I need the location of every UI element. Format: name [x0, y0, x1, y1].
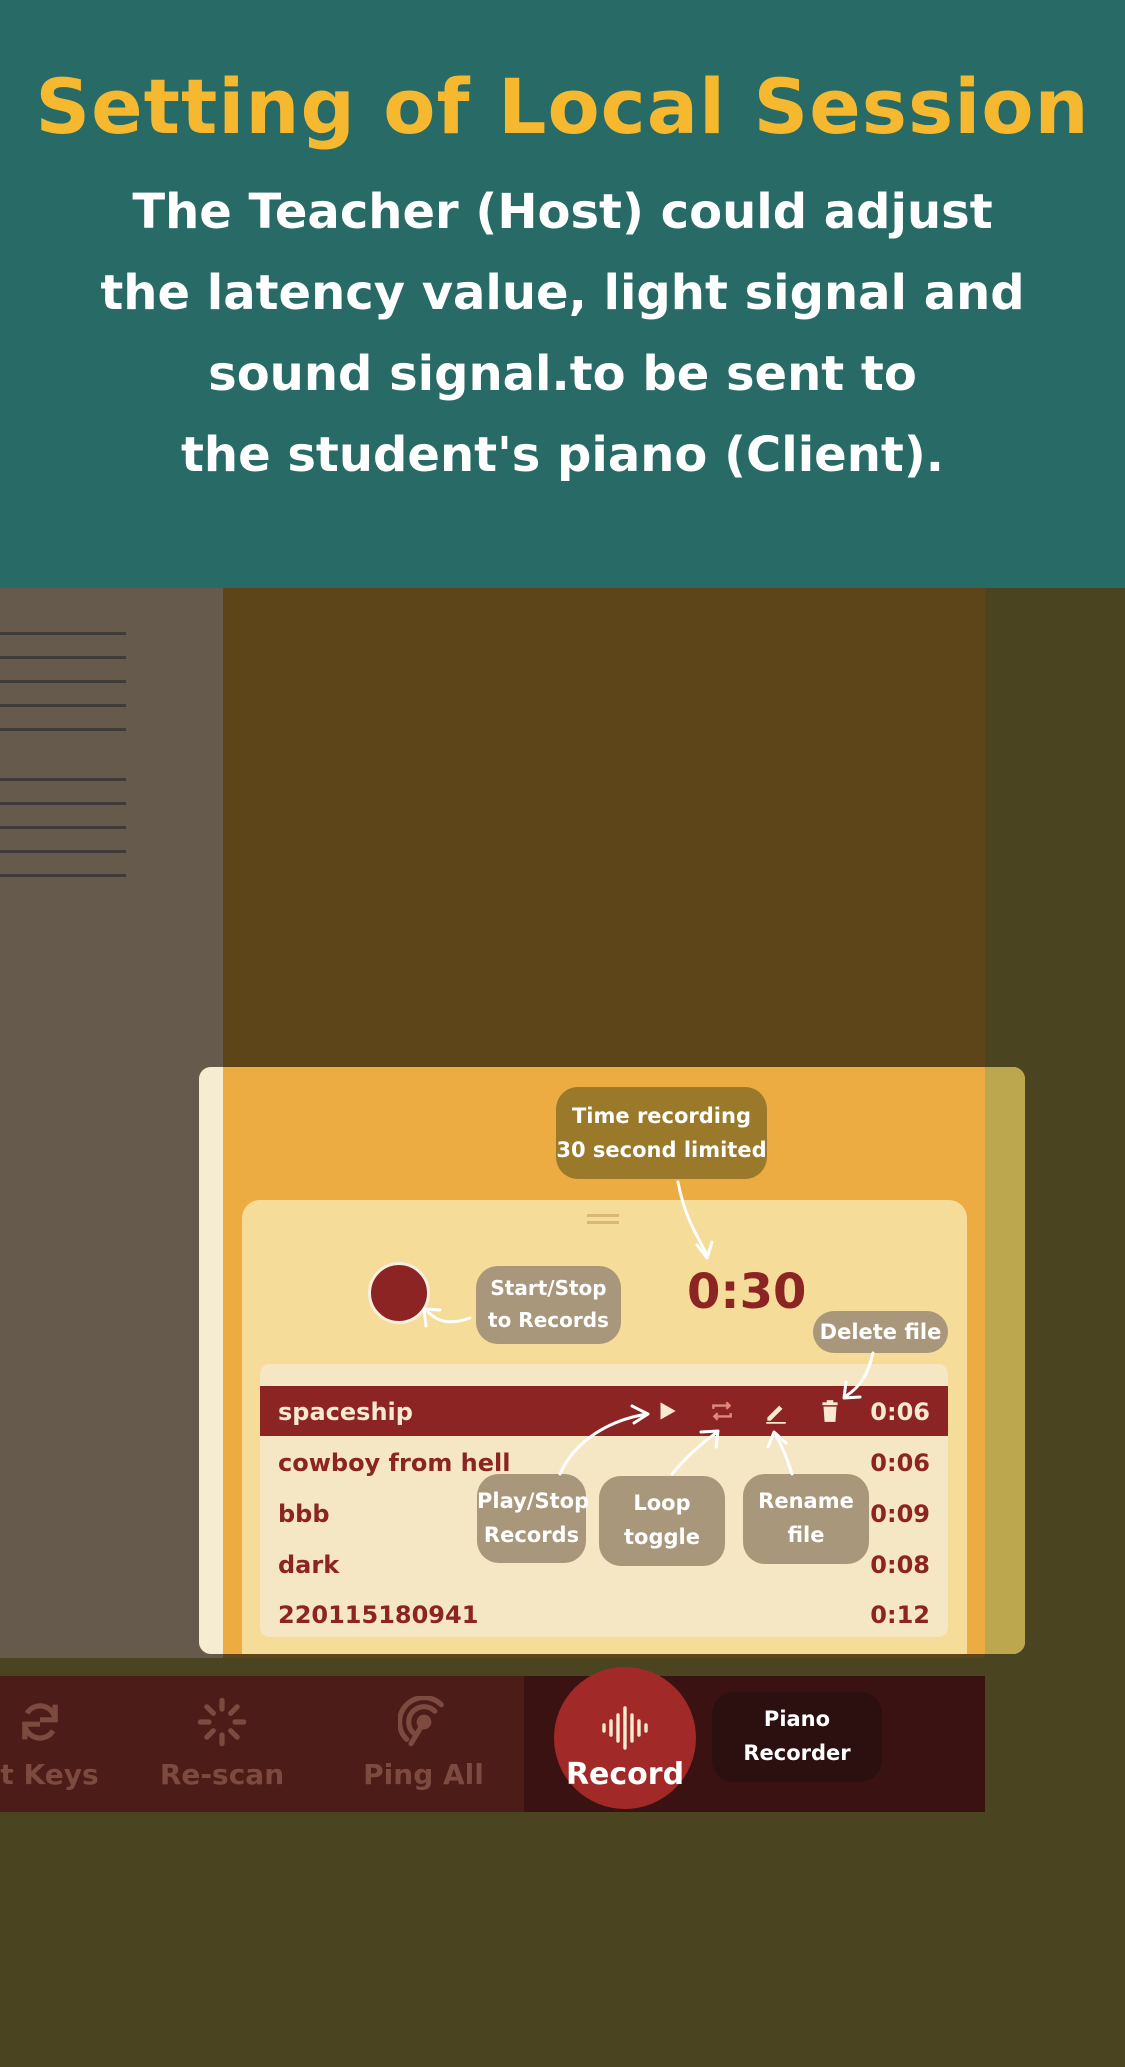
record-duration: 0:12 — [870, 1601, 930, 1629]
play-icon[interactable] — [652, 1396, 682, 1426]
record-toggle-button[interactable] — [368, 1262, 430, 1324]
description: The Teacher (Host) could adjust the late… — [0, 172, 1125, 496]
divider — [0, 802, 126, 805]
callout-time-recording: Time recording 30 second limited — [556, 1087, 767, 1179]
header-banner: Setting of Local Session The Teacher (Ho… — [0, 0, 1125, 588]
record-tab-label: Record — [565, 1757, 685, 1792]
description-line: the student's piano (Client). — [180, 427, 945, 483]
callout-play-stop: Play/Stop Records — [477, 1474, 589, 1563]
toolbar-label: Ping All — [363, 1758, 484, 1791]
record-name: dark — [278, 1551, 340, 1579]
record-tab-button[interactable]: Record — [554, 1667, 696, 1809]
description-line: sound signal.to be sent to — [208, 346, 917, 402]
divider — [0, 850, 126, 853]
reset-keys-button[interactable]: et Keys — [0, 1676, 100, 1812]
divider — [0, 728, 126, 731]
record-duration: 0:06 — [870, 1398, 930, 1426]
record-row[interactable]: 220115180941 0:12 — [260, 1589, 948, 1639]
divider — [0, 680, 126, 683]
divider — [0, 632, 126, 635]
waveform-icon — [602, 1706, 648, 1750]
loop-icon[interactable] — [707, 1396, 737, 1426]
divider — [0, 778, 126, 781]
pencil-icon[interactable] — [761, 1396, 791, 1426]
record-name: spaceship — [278, 1398, 413, 1426]
divider — [0, 704, 126, 707]
toolbar-label: Re-scan — [159, 1758, 285, 1791]
toolbar-label: et Keys — [0, 1758, 99, 1791]
record-duration: 0:08 — [870, 1551, 930, 1579]
callout-piano-recorder: Piano Recorder — [712, 1692, 882, 1782]
record-name: 220115180941 — [278, 1601, 479, 1629]
divider — [0, 874, 126, 877]
ping-all-button[interactable]: Ping All — [356, 1676, 491, 1812]
left-panel — [0, 588, 223, 1658]
page-title: Setting of Local Session — [35, 62, 1090, 151]
record-row-active[interactable]: spaceship 0:06 — [260, 1386, 948, 1436]
signal-icon — [397, 1696, 444, 1747]
trash-icon[interactable] — [815, 1396, 845, 1426]
divider — [0, 826, 126, 829]
record-duration: 0:09 — [870, 1500, 930, 1528]
spinner-icon — [197, 1697, 247, 1747]
callout-start-stop: Start/Stop to Records — [476, 1266, 621, 1344]
callout-delete-file: Delete file — [813, 1311, 948, 1353]
callout-loop-toggle: Loop toggle — [599, 1476, 725, 1566]
divider — [0, 656, 126, 659]
rescan-button[interactable]: Re-scan — [157, 1676, 287, 1812]
record-timer: 0:30 — [687, 1264, 807, 1320]
description-line: the latency value, light signal and — [100, 265, 1025, 321]
description-line: The Teacher (Host) could adjust — [132, 184, 993, 240]
record-name: cowboy from hell — [278, 1449, 511, 1477]
record-name: bbb — [278, 1500, 330, 1528]
callout-rename-file: Rename file — [743, 1474, 869, 1564]
record-duration: 0:06 — [870, 1449, 930, 1477]
drag-handle-icon[interactable] — [587, 1214, 619, 1224]
refresh-icon — [22, 1703, 58, 1741]
